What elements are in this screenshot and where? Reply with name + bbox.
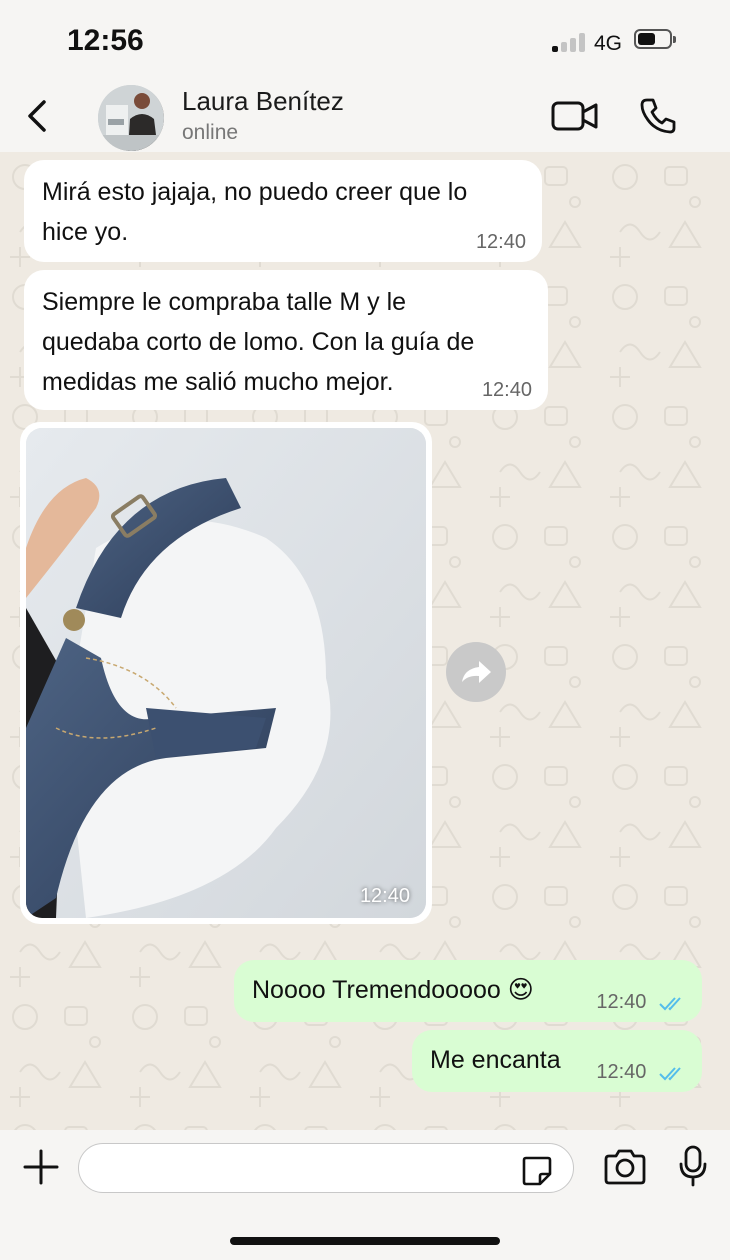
message-bubble-outgoing[interactable]: Noooo Tremendooooo 😍 12:40 bbox=[234, 960, 702, 1022]
photo-thumbnail[interactable]: 12:40 bbox=[26, 428, 426, 918]
image-message[interactable]: 12:40 bbox=[20, 422, 432, 924]
forward-icon bbox=[462, 661, 491, 683]
message-time: 12:40 bbox=[596, 1061, 647, 1083]
avatar[interactable] bbox=[98, 85, 164, 151]
message-text: Mirá esto jajaja, no puedo creer que lo … bbox=[42, 178, 468, 246]
message-time: 12:40 bbox=[475, 231, 526, 253]
camera-icon[interactable] bbox=[602, 1147, 648, 1187]
message-bubble-outgoing[interactable]: Me encanta 12:40 bbox=[412, 1030, 702, 1092]
microphone-icon[interactable] bbox=[676, 1144, 710, 1188]
double-check-read-icon bbox=[659, 1067, 681, 1081]
phone-icon[interactable] bbox=[638, 96, 678, 136]
message-bubble-incoming[interactable]: Siempre le compraba talle M y le quedaba… bbox=[24, 270, 548, 410]
home-indicator[interactable] bbox=[230, 1237, 500, 1245]
network-type: 4G bbox=[594, 32, 623, 55]
message-meta: 12:40 bbox=[596, 990, 686, 1014]
video-camera-icon[interactable] bbox=[550, 98, 600, 134]
sticker-icon[interactable] bbox=[520, 1154, 554, 1188]
plus-icon[interactable] bbox=[22, 1148, 60, 1186]
chat-header: Laura Benítez online bbox=[0, 80, 730, 152]
signal-strength-icon bbox=[552, 32, 586, 52]
forward-button[interactable] bbox=[446, 642, 506, 702]
double-check-read-icon bbox=[659, 997, 681, 1011]
message-time: 12:40 bbox=[359, 885, 410, 907]
message-text: Siempre le compraba talle M y le quedaba… bbox=[42, 288, 475, 396]
message-meta: 12:40 bbox=[596, 1060, 686, 1084]
chevron-left-icon[interactable] bbox=[20, 96, 56, 136]
status-time: 12:56 bbox=[67, 24, 144, 57]
contact-status: online bbox=[182, 121, 239, 144]
message-input[interactable] bbox=[78, 1143, 574, 1193]
contact-name[interactable]: Laura Benítez bbox=[182, 86, 344, 117]
message-time: 12:40 bbox=[596, 991, 647, 1013]
chat-area[interactable]: Mirá esto jajaja, no puedo creer que lo … bbox=[0, 152, 730, 1130]
battery-icon bbox=[634, 29, 676, 49]
message-time: 12:40 bbox=[481, 379, 532, 401]
message-bubble-incoming[interactable]: Mirá esto jajaja, no puedo creer que lo … bbox=[24, 160, 542, 262]
status-bar: 12:56 4G bbox=[0, 0, 730, 80]
